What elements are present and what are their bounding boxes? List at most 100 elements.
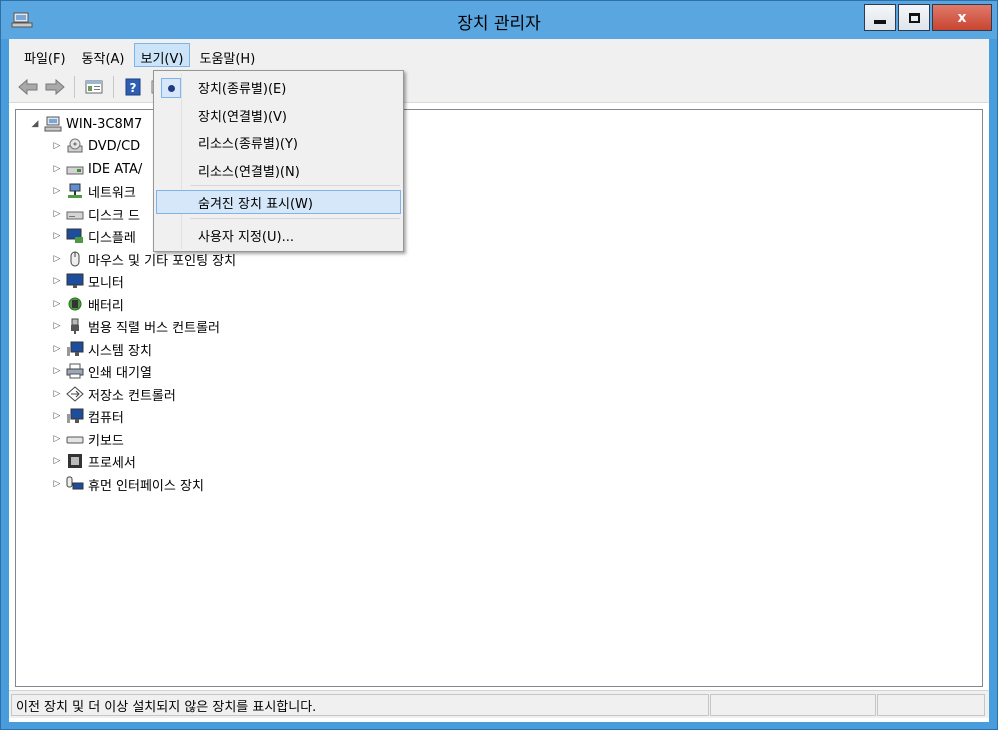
window-title: 장치 관리자 (457, 14, 541, 34)
menu-item-label: 장치(연결별)(V) (198, 109, 287, 125)
menu-action[interactable]: 동작(A) (75, 43, 132, 67)
toolbar-separator (113, 75, 114, 98)
menu-item-show-hidden-devices[interactable]: 숨겨진 장치 표시(W) (156, 190, 401, 214)
expand-arrow-icon[interactable]: ▷ (50, 479, 64, 489)
tree-item-label: 디스크 드 (88, 208, 140, 224)
menu-item-devices-by-type[interactable]: 장치(종류별)(E) (156, 75, 401, 99)
computer-icon (67, 408, 84, 423)
tree-root[interactable]: ◢ WIN-3C8M7 (28, 113, 142, 135)
tree-item[interactable]: ▷ DVD/CD (50, 135, 140, 157)
expand-arrow-icon[interactable]: ▷ (50, 366, 64, 376)
expand-arrow-icon[interactable]: ▷ (50, 299, 64, 309)
menu-item-label: 장치(종류별)(E) (198, 81, 287, 97)
display-adapter-icon (66, 228, 83, 243)
tree-item-label: 디스플레 (88, 230, 136, 246)
back-button[interactable] (17, 76, 39, 98)
tree-item[interactable]: ▷ 키보드 (50, 428, 124, 450)
menu-item-resources-by-type[interactable]: 리소스(종류별)(Y) (156, 130, 401, 154)
expand-arrow-icon[interactable]: ▷ (50, 344, 64, 354)
expand-arrow-icon[interactable]: ▷ (50, 276, 64, 286)
close-icon: x (957, 9, 967, 26)
tree-item[interactable]: ▷ 휴먼 인터페이스 장치 (50, 473, 204, 495)
menu-separator (190, 218, 400, 219)
collapse-arrow-icon[interactable]: ◢ (28, 119, 42, 129)
tree-item-label: 휴먼 인터페이스 장치 (88, 478, 204, 494)
toolbar-separator (74, 75, 75, 98)
expand-arrow-icon[interactable]: ▷ (50, 254, 64, 264)
minimize-button[interactable] (864, 4, 896, 31)
tree-item[interactable]: ▷ 저장소 컨트롤러 (50, 383, 176, 405)
tree-item[interactable]: ▷ 범용 직렬 버스 컨트롤러 (50, 315, 220, 337)
expand-arrow-icon[interactable]: ▷ (50, 456, 64, 466)
help-button[interactable]: ? (122, 76, 144, 98)
tree-item-label: IDE ATA/ (88, 161, 143, 177)
hid-icon (66, 476, 84, 490)
forward-arrow-icon (45, 78, 65, 95)
tree-item-label: 네트워크 (88, 185, 136, 201)
tree-item[interactable]: ▷ 인쇄 대기열 (50, 360, 152, 382)
tree-item[interactable]: ▷ 프로세서 (50, 450, 136, 472)
printer-icon (66, 363, 84, 379)
menu-item-label: 리소스(종류별)(Y) (198, 136, 298, 152)
expand-arrow-icon[interactable]: ▷ (50, 231, 64, 241)
status-cell-empty (877, 694, 985, 716)
back-arrow-icon (18, 78, 38, 95)
disk-drive-icon (66, 211, 84, 220)
view-menu-dropdown: 장치(종류별)(E) 장치(연결별)(V) 리소스(종류별)(Y) 리소스(연결… (153, 70, 404, 252)
tree-item[interactable]: ▷ 디스플레 (50, 225, 136, 247)
ide-controller-icon (66, 166, 84, 175)
expand-arrow-icon[interactable]: ▷ (50, 321, 64, 331)
system-device-icon (67, 341, 84, 356)
tree-item[interactable]: ▷ 컴퓨터 (50, 405, 124, 427)
network-adapter-icon (68, 183, 82, 198)
storage-controller-icon (66, 386, 84, 402)
expand-arrow-icon[interactable]: ▷ (50, 434, 64, 444)
menu-file[interactable]: 파일(F) (17, 43, 73, 67)
svg-text:?: ? (130, 81, 137, 95)
menu-help[interactable]: 도움말(H) (192, 43, 262, 67)
menu-item-customize[interactable]: 사용자 지정(U)... (156, 223, 401, 247)
expand-arrow-icon[interactable]: ▷ (50, 164, 64, 174)
menu-separator (190, 185, 400, 186)
menu-item-devices-by-connection[interactable]: 장치(연결별)(V) (156, 103, 401, 127)
help-icon: ? (125, 78, 141, 95)
tree-item[interactable]: ▷ 네트워크 (50, 180, 136, 202)
expand-arrow-icon[interactable]: ▷ (50, 209, 64, 219)
close-button[interactable]: x (932, 4, 992, 31)
forward-button[interactable] (44, 76, 66, 98)
minimize-icon (874, 19, 886, 24)
status-cell-empty (710, 694, 876, 716)
tree-root-label: WIN-3C8M7 (66, 116, 143, 132)
maximize-button[interactable] (898, 4, 930, 31)
dvd-drive-icon (67, 138, 83, 153)
menu-view[interactable]: 보기(V) (133, 43, 191, 67)
expand-arrow-icon[interactable]: ▷ (50, 141, 64, 151)
tree-item-label: 컴퓨터 (88, 410, 124, 426)
properties-icon (85, 80, 103, 93)
maximize-icon (908, 12, 920, 23)
title-bar[interactable]: 장치 관리자 x (1, 1, 997, 39)
expand-arrow-icon[interactable]: ▷ (50, 389, 64, 399)
status-text: 이전 장치 및 더 이상 설치되지 않은 장치를 표시합니다. (11, 694, 709, 716)
tree-item[interactable]: ▷ 배터리 (50, 293, 124, 315)
tree-item[interactable]: ▷ 디스크 드 (50, 203, 140, 225)
tree-item-label: 마우스 및 기타 포인팅 장치 (88, 253, 237, 269)
status-bar: 이전 장치 및 더 이상 설치되지 않은 장치를 표시합니다. (9, 690, 989, 718)
expand-arrow-icon[interactable]: ▷ (50, 186, 64, 196)
battery-icon (68, 297, 82, 311)
tree-item[interactable]: ▷ IDE ATA/ (50, 158, 143, 180)
menu-item-label: 리소스(연결별)(N) (198, 164, 300, 180)
tree-item[interactable]: ▷ 모니터 (50, 270, 124, 292)
tree-item-label: 범용 직렬 버스 컨트롤러 (88, 320, 220, 336)
menu-item-resources-by-connection[interactable]: 리소스(연결별)(N) (156, 158, 401, 182)
menu-item-label: 사용자 지정(U)... (198, 229, 294, 245)
properties-button[interactable] (83, 76, 105, 98)
device-manager-window: 장치 관리자 x 파일(F) 동작(A) 보기(V) 도움말(H) ? ◢ WI… (0, 0, 998, 730)
tree-item-label: 저장소 컨트롤러 (88, 388, 176, 404)
tree-item-label: DVD/CD (88, 138, 141, 154)
expand-arrow-icon[interactable]: ▷ (50, 411, 64, 421)
processor-icon (68, 454, 82, 468)
tree-item-label: 모니터 (88, 275, 124, 291)
monitor-icon (66, 273, 84, 288)
tree-item[interactable]: ▷ 시스템 장치 (50, 338, 152, 360)
